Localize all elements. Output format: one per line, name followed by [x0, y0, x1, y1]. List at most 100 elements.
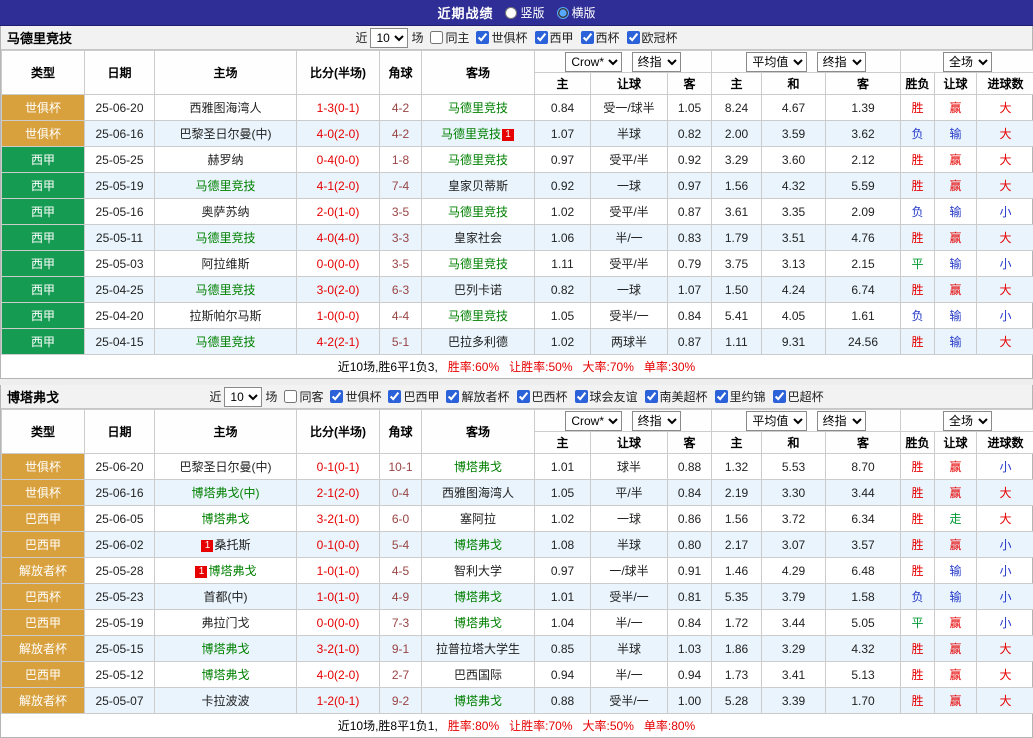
league-checkbox[interactable]	[388, 390, 401, 403]
league-filter[interactable]: 世俱杯	[330, 388, 381, 405]
league-filter[interactable]: 巴西杯	[517, 388, 568, 405]
team-link[interactable]: 弗拉门戈	[201, 616, 249, 630]
team-link[interactable]: 马德里竞技	[441, 127, 501, 141]
league-filter[interactable]: 世俱杯	[476, 29, 527, 46]
team-link[interactable]: 马德里竞技	[448, 309, 508, 323]
league-checkbox[interactable]	[715, 390, 728, 403]
team-link[interactable]: 拉斯帕尔马斯	[189, 309, 261, 323]
team-link[interactable]: 博塔弗戈	[201, 668, 249, 682]
bookmaker-select[interactable]: Crow*	[565, 411, 622, 431]
team-link[interactable]: 博塔弗戈	[208, 564, 256, 578]
scope-select[interactable]: 全场	[943, 411, 992, 431]
bookmaker-select[interactable]: Crow*	[565, 52, 622, 72]
odds-value: 一球	[591, 173, 668, 199]
team-link[interactable]: 西雅图海湾人	[442, 486, 514, 500]
team-link[interactable]: 巴黎圣日尔曼(中)	[180, 460, 272, 474]
league-checkbox[interactable]	[645, 390, 658, 403]
goals-verdict: 小	[977, 584, 1033, 610]
league-checkbox[interactable]	[535, 31, 548, 44]
odds-value: 0.83	[668, 225, 712, 251]
average-select[interactable]: 平均值	[746, 52, 807, 72]
team-link[interactable]: 马德里竞技	[448, 153, 508, 167]
odds-value: 0.97	[535, 147, 591, 173]
league-filter[interactable]: 巴西甲	[388, 388, 439, 405]
match-row: 西甲25-04-25马德里竞技3-0(2-0)6-3巴列卡诺0.82一球1.07…	[2, 277, 1033, 303]
team-link[interactable]: 首都(中)	[204, 590, 248, 604]
vertical-radio-label: 竖版	[520, 4, 544, 21]
league-filter[interactable]: 西杯	[581, 29, 620, 46]
team-link[interactable]: 巴黎圣日尔曼(中)	[180, 127, 272, 141]
same-venue-checkbox[interactable]	[430, 31, 443, 44]
same-venue-checkbox[interactable]	[284, 390, 297, 403]
team-link[interactable]: 博塔弗戈	[454, 694, 502, 708]
handicap-time-select[interactable]: 终指	[632, 52, 681, 72]
team-link[interactable]: 皇家贝蒂斯	[448, 179, 508, 193]
same-venue-filter[interactable]: 同客	[284, 388, 323, 405]
team-link[interactable]: 马德里竞技	[195, 179, 255, 193]
odds-value: 0.85	[535, 636, 591, 662]
col-header-date: 日期	[85, 410, 155, 454]
match-date: 25-05-03	[85, 251, 155, 277]
team-link[interactable]: 桑托斯	[214, 538, 250, 552]
league-filter[interactable]: 球会友谊	[575, 388, 638, 405]
result-verdict: 胜	[901, 225, 935, 251]
team-link[interactable]: 博塔弗戈	[454, 538, 502, 552]
league-filter[interactable]: 西甲	[535, 29, 574, 46]
league-checkbox[interactable]	[627, 31, 640, 44]
team-link[interactable]: 博塔弗戈	[454, 616, 502, 630]
matches-table: 类型 日期 主场 比分(半场) 角球 客场 Crow* 终指 平均值 终指	[1, 50, 1033, 355]
league-checkbox[interactable]	[476, 31, 489, 44]
team-link[interactable]: 马德里竞技	[448, 101, 508, 115]
team-link[interactable]: 博塔弗戈(中)	[192, 486, 260, 500]
games-label: 场	[411, 29, 423, 46]
match-date: 25-04-25	[85, 277, 155, 303]
same-venue-filter[interactable]: 同主	[430, 29, 469, 46]
league-checkbox[interactable]	[330, 390, 343, 403]
scope-select[interactable]: 全场	[943, 52, 992, 72]
team-link[interactable]: 马德里竞技	[195, 335, 255, 349]
games-count-select[interactable]: 10	[224, 387, 262, 407]
games-count-select[interactable]: 10	[370, 28, 408, 48]
league-filter[interactable]: 解放者杯	[446, 388, 509, 405]
league-checkbox[interactable]	[581, 31, 594, 44]
team-link[interactable]: 马德里竞技	[195, 231, 255, 245]
team-link[interactable]: 巴西国际	[454, 668, 502, 682]
team-link[interactable]: 马德里竞技	[448, 205, 508, 219]
handicap-time-select[interactable]: 终指	[632, 411, 681, 431]
layout-radio-horizontal[interactable]: 横版	[557, 4, 596, 21]
team-link[interactable]: 塞阿拉	[460, 512, 496, 526]
team-link[interactable]: 赫罗纳	[207, 153, 243, 167]
average-select[interactable]: 平均值	[746, 411, 807, 431]
odds-value: 1.58	[826, 584, 901, 610]
team-link[interactable]: 拉普拉塔大学生	[436, 642, 520, 656]
europe-time-select[interactable]: 终指	[817, 411, 866, 431]
team-link[interactable]: 卡拉波波	[201, 694, 249, 708]
team-link[interactable]: 博塔弗戈	[201, 512, 249, 526]
team-link[interactable]: 阿拉维斯	[201, 257, 249, 271]
league-filter[interactable]: 里约锦	[715, 388, 766, 405]
vertical-radio[interactable]	[505, 7, 517, 19]
horizontal-radio[interactable]	[557, 7, 569, 19]
league-checkbox[interactable]	[773, 390, 786, 403]
team-link[interactable]: 巴列卡诺	[454, 283, 502, 297]
team-link[interactable]: 智利大学	[454, 564, 502, 578]
team-link[interactable]: 博塔弗戈	[454, 460, 502, 474]
team-link[interactable]: 皇家社会	[454, 231, 502, 245]
team-link[interactable]: 马德里竞技	[448, 257, 508, 271]
league-checkbox[interactable]	[446, 390, 459, 403]
team-link[interactable]: 博塔弗戈	[454, 590, 502, 604]
layout-radio-vertical[interactable]: 竖版	[505, 4, 544, 21]
league-filter[interactable]: 欧冠杯	[627, 29, 678, 46]
team-link[interactable]: 巴拉多利德	[448, 335, 508, 349]
team-link[interactable]: 博塔弗戈	[201, 642, 249, 656]
odds-value: 一球	[591, 277, 668, 303]
league-filter[interactable]: 巴超杯	[773, 388, 824, 405]
league-filter[interactable]: 南美超杯	[645, 388, 708, 405]
team-link[interactable]: 马德里竞技	[195, 283, 255, 297]
league-checkbox[interactable]	[575, 390, 588, 403]
league-type-badge: 西甲	[2, 199, 85, 225]
team-link[interactable]: 西雅图海湾人	[189, 101, 261, 115]
team-link[interactable]: 奥萨苏纳	[201, 205, 249, 219]
europe-time-select[interactable]: 终指	[817, 52, 866, 72]
league-checkbox[interactable]	[517, 390, 530, 403]
